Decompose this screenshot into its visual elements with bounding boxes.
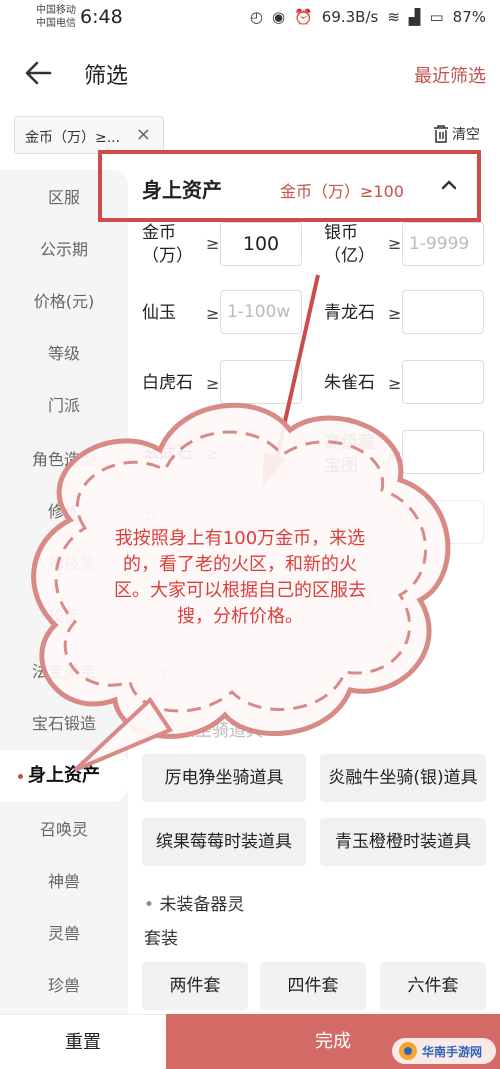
zhuque-ge: ≥ — [388, 374, 402, 393]
carrier-2: 中国电信 — [36, 18, 76, 29]
sidebar-item-gem-forging[interactable]: 宝石锻造 — [0, 698, 128, 750]
set-heading: 套装 — [144, 929, 178, 949]
baihu-input[interactable] — [220, 360, 302, 404]
filter-chip[interactable]: 金币（万）≥... × — [14, 116, 164, 154]
sidebar-item-cultivation[interactable]: 修炼 — [0, 486, 128, 538]
status-indicators: ◴ ◉ ⏰ 69.3B/s ≋ ▟ ▭ 87% — [250, 8, 486, 26]
category-sidebar: 区服 公示期 价格(元) 等级 门派 角色造型 修炼 人物技能 技能 法宝灵宝 … — [0, 170, 128, 1020]
xuanwu-ge: ≥ — [206, 444, 220, 463]
xuanwu-input[interactable] — [220, 430, 302, 474]
ore-label: 锻石 — [142, 669, 176, 689]
sidebar-item-character-skill[interactable]: 人物技能 — [0, 538, 128, 590]
watermark: 华南手游网 — [392, 1038, 496, 1064]
close-icon[interactable]: × — [136, 124, 151, 145]
wucai-label: 五彩风 — [142, 505, 193, 525]
sidebar-item-level[interactable]: 等级 — [0, 328, 128, 380]
sidebar-item-rare-beast[interactable]: 珍兽 — [0, 960, 128, 1012]
filter-content: 身上资产 金币（万）≥100 金币 （万） ≥ 100 银币 （亿） ≥ 1-9… — [128, 160, 500, 1020]
section-summary: 金币（万）≥100 — [280, 182, 404, 201]
sidebar-item-summon[interactable]: 召唤灵 — [0, 804, 128, 856]
watermark-text: 华南手游网 — [422, 1045, 483, 1059]
mount-option-3[interactable]: 缤果莓莓时装道具 — [142, 818, 306, 866]
sidebar-item-spirit-beast[interactable]: 灵兽 — [0, 908, 128, 960]
sidebar-item-public-period[interactable]: 公示期 — [0, 224, 128, 276]
battery-icon: ▭ — [429, 8, 444, 26]
selected-filter-bar: 金币（万）≥... × 清空 — [0, 110, 500, 160]
set-option-6[interactable]: 六件套 — [380, 962, 486, 1010]
section-title: 身上资产 — [142, 178, 222, 202]
status-time: 6:48 — [80, 6, 123, 28]
zhuque-label: 朱雀石 — [324, 373, 375, 393]
sidebar-item-divine-beast[interactable]: 神兽 — [0, 856, 128, 908]
sidebar-item-skill[interactable]: 技能 — [0, 590, 128, 642]
qinglong-input[interactable] — [402, 290, 484, 334]
carrier-info: 中国移动 中国电信 — [36, 4, 76, 30]
sidebar-item-server[interactable]: 区服 — [0, 172, 128, 224]
watermark-logo-icon — [399, 1042, 417, 1060]
gold-ge: ≥ — [206, 234, 220, 253]
zhuque-input[interactable] — [402, 360, 484, 404]
baihu-ge: ≥ — [206, 374, 220, 393]
status-bar: 中国移动 中国电信 6:48 ◴ ◉ ⏰ 69.3B/s ≋ ▟ ▭ 87% — [0, 0, 500, 38]
soul-heading: 未装备器灵 — [144, 890, 244, 915]
mount-heading: 可兑换坐骑道具 — [144, 721, 263, 741]
sidebar-item-character-look[interactable]: 角色造型 — [0, 434, 128, 486]
baihu-label: 白虎石 — [142, 373, 193, 393]
sidebar-item-price[interactable]: 价格(元) — [0, 276, 128, 328]
mount-option-1[interactable]: 厉电狰坐骑道具 — [142, 754, 306, 802]
sidebar-item-treasure[interactable]: 法宝灵宝 — [0, 646, 128, 698]
chevron-up-icon[interactable] — [438, 176, 460, 194]
xuanwu-label: 玄武石 — [142, 443, 193, 463]
app-bar: 筛选 最近筛选 — [0, 38, 500, 110]
gold-input[interactable]: 100 — [220, 222, 302, 266]
xianyu-label: 仙玉 — [142, 303, 176, 323]
qinglong-ge: ≥ — [388, 304, 402, 323]
gold-label: 金币 （万） — [142, 223, 193, 266]
set-option-2[interactable]: 两件套 — [142, 962, 248, 1010]
carrier-1: 中国移动 — [36, 5, 76, 16]
wifi-icon: ≋ — [387, 8, 400, 26]
speed-icon: ◴ — [249, 8, 263, 26]
sidebar-item-assets[interactable]: 身上资产 — [0, 750, 128, 802]
map-label: 高级藏 宝图 — [324, 433, 375, 476]
mount-option-2[interactable]: 炎融牛坐骑(银)道具 — [320, 754, 486, 802]
map-ge: ≥ — [388, 444, 402, 463]
recent-filter-link[interactable]: 最近筛选 — [414, 62, 486, 88]
signal-icon: ▟ — [408, 8, 421, 26]
silver-input[interactable]: 1-9999 — [402, 222, 484, 266]
trash-icon — [434, 125, 448, 143]
back-arrow-icon[interactable] — [22, 56, 56, 90]
mount-option-4[interactable]: 青玉橙橙时装道具 — [320, 818, 486, 866]
qinglong-label: 青龙石 — [324, 303, 375, 323]
set-option-4[interactable]: 四件套 — [260, 962, 366, 1010]
alarm-icon: ⏰ — [294, 8, 313, 26]
gem-hammer-label: 宝石锤 — [324, 591, 375, 611]
page-title: 筛选 — [84, 64, 129, 89]
silver-label: 银币 （亿） — [324, 223, 375, 266]
clear-button[interactable]: 清空 — [433, 124, 480, 144]
xianyu-ge: ≥ — [206, 304, 220, 323]
silver-ge: ≥ — [388, 234, 402, 253]
filter-chip-label: 金币（万）≥... — [25, 130, 121, 146]
net-speed: 69.3B/s — [321, 8, 379, 26]
xianyu-input[interactable]: 1-100w — [220, 290, 302, 334]
reset-button[interactable]: 重置 — [0, 1014, 166, 1069]
wucai-input[interactable] — [402, 500, 484, 544]
battery-level: 87% — [452, 8, 486, 26]
eye-icon: ◉ — [272, 8, 286, 26]
sidebar-item-sect[interactable]: 门派 — [0, 380, 128, 432]
clear-label: 清空 — [452, 127, 480, 143]
map-input[interactable] — [402, 430, 484, 474]
